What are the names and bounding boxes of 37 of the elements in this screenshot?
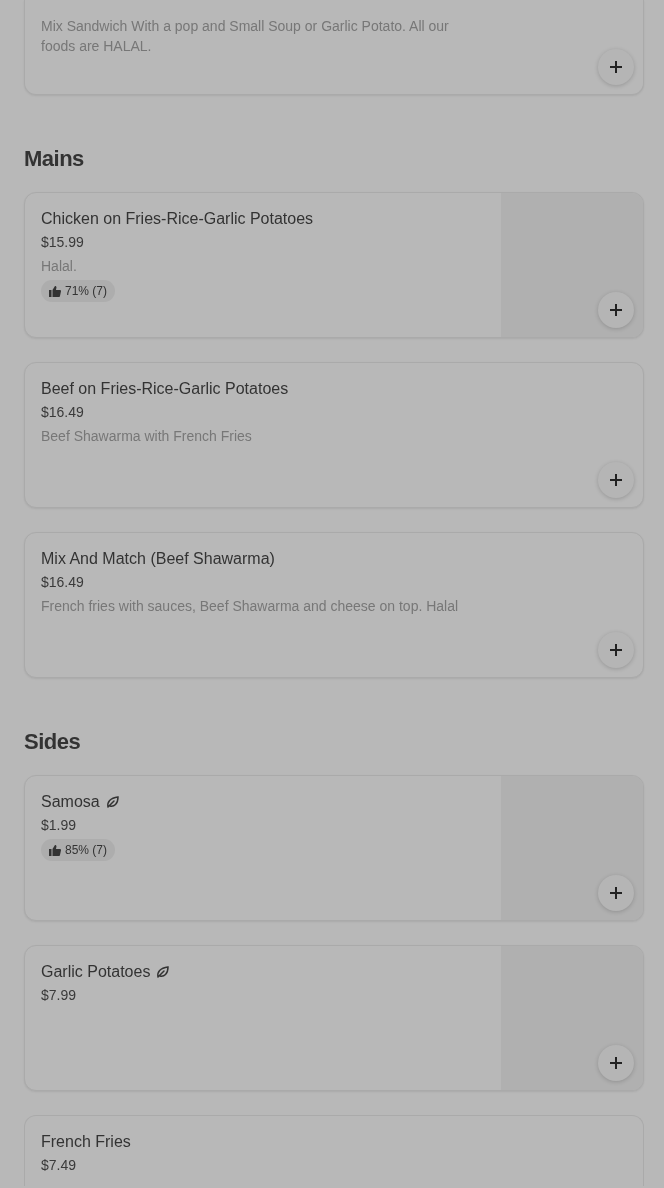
item-price: $1.99 <box>41 816 77 835</box>
section-heading: Mains <box>24 145 85 173</box>
item-price: $7.49 <box>41 1156 77 1175</box>
item-price: $16.49 <box>41 403 84 422</box>
menu-item-card[interactable]: French Fries $7.49 <box>24 1115 644 1186</box>
item-price: $7.99 <box>41 986 77 1005</box>
rating-badge: 71% (7) <box>41 280 116 302</box>
item-description: Beef Shawarma with French Fries <box>41 427 252 446</box>
item-name: Mix And Match (Beef Shawarma) <box>41 549 275 569</box>
menu-item-card[interactable]: Samosa $1.99 85% (7) <box>24 775 644 921</box>
item-price: $16.49 <box>41 573 84 592</box>
menu-item-card[interactable]: Garlic Potatoes $7.99 <box>24 945 644 1091</box>
section-heading: Sides <box>24 728 82 756</box>
add-button[interactable] <box>598 632 634 668</box>
add-button[interactable] <box>598 49 634 85</box>
thumbs-up-icon <box>49 285 61 297</box>
menu-item-card[interactable]: Chicken on Fries-Rice-Garlic Potatoes $15.99 Halal. 71% (7) <box>24 192 644 338</box>
plus-icon <box>610 1057 622 1069</box>
rating-badge: 85% (7) <box>41 839 116 861</box>
item-name: Chicken on Fries-Rice-Garlic Potatoes <box>41 209 314 229</box>
plus-icon <box>610 304 622 316</box>
plus-icon <box>610 644 622 656</box>
menu-item-card[interactable]: Beef on Fries-Rice-Garlic Potatoes $16.49 Beef Shawarma with French Fries <box>24 362 644 508</box>
item-name: French Fries <box>41 1132 131 1152</box>
plus-icon <box>610 474 622 486</box>
item-description: French fries with sauces, Beef Shawarma and cheese on top. Halal <box>41 597 459 616</box>
item-description: Mix Sandwich With a pop and Small Soup or Garlic Potato. All our foods are HALAL. <box>41 17 450 56</box>
add-button[interactable] <box>598 462 634 498</box>
plus-icon <box>610 61 622 73</box>
plus-icon <box>610 887 622 899</box>
thumbs-up-icon <box>49 844 61 856</box>
item-name: Samosa <box>41 792 100 812</box>
menu-item-card[interactable]: Mix And Match (Beef Shawarma) $16.49 French fries with sauces, Beef Shawarma and cheese on top. Halal <box>24 532 644 678</box>
item-description: Halal. <box>41 257 77 276</box>
item-name: Garlic Potatoes <box>41 962 151 982</box>
item-name: Beef on Fries-Rice-Garlic Potatoes <box>41 379 289 399</box>
item-price: $15.99 <box>41 233 84 252</box>
